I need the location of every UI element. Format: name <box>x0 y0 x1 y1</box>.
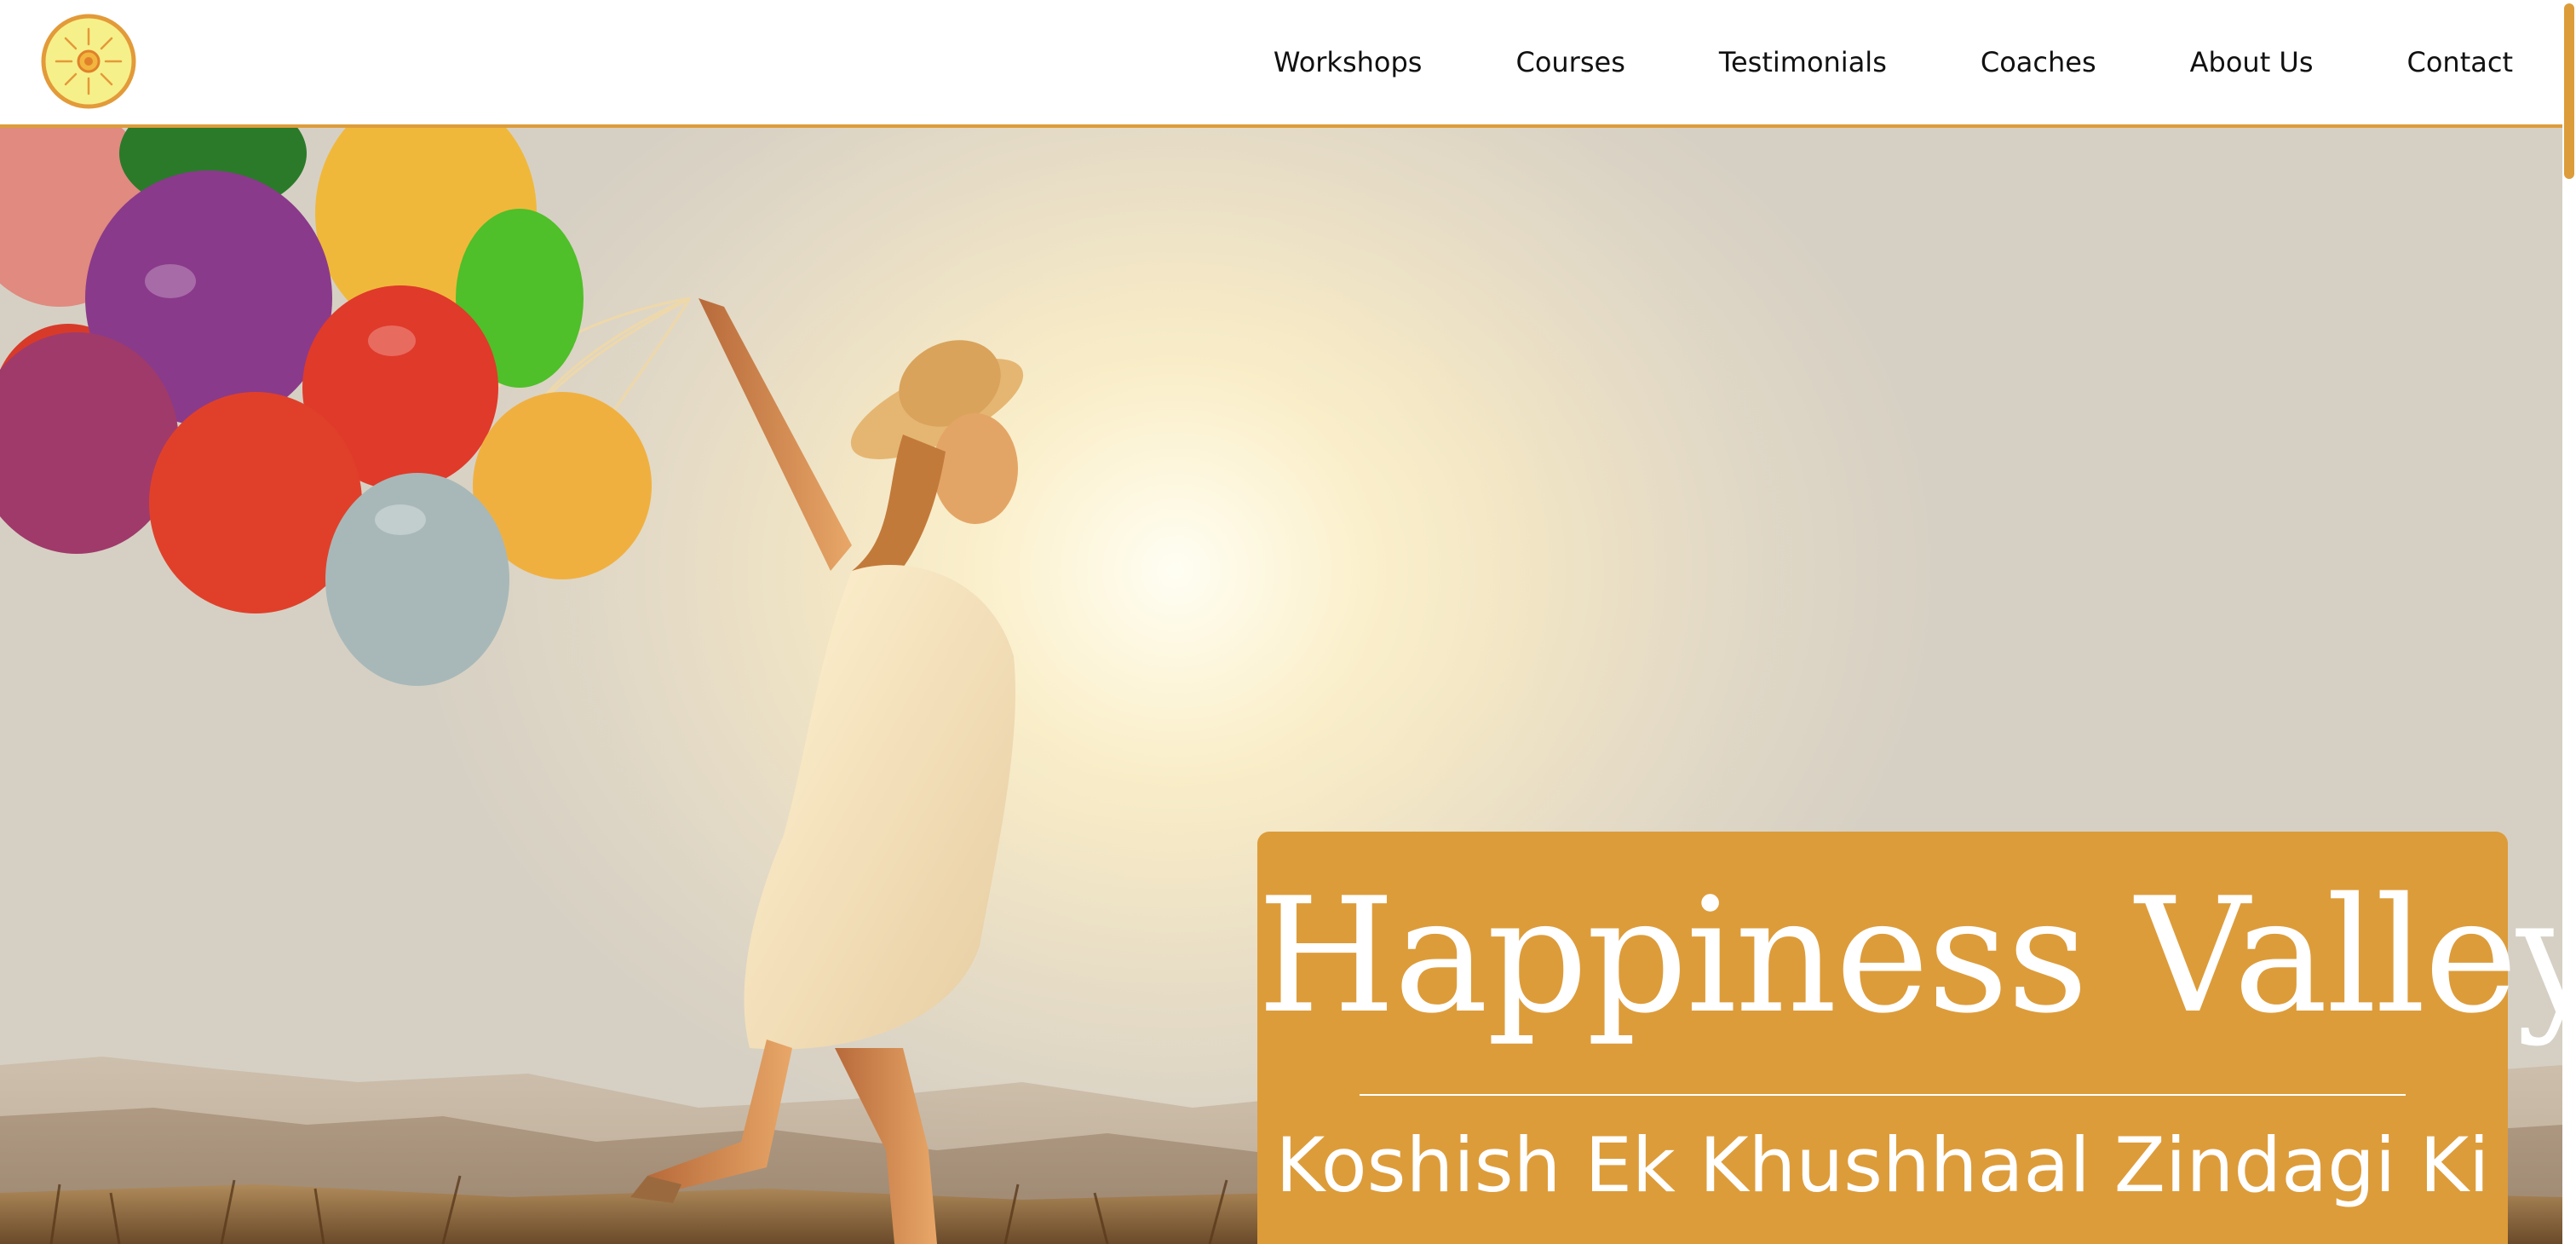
hero-section: Happiness Valley Koshish Ek Khushhaal Zi… <box>0 128 2562 1244</box>
scrollbar-thumb[interactable] <box>2564 3 2574 179</box>
nav-workshops[interactable]: Workshops <box>1274 46 1423 78</box>
main-nav: Workshops Courses Testimonials Coaches A… <box>1274 0 2513 124</box>
nav-courses[interactable]: Courses <box>1515 46 1624 78</box>
page-scrollbar[interactable] <box>2562 0 2576 1244</box>
hero-title-card: Happiness Valley Koshish Ek Khushhaal Zi… <box>1257 832 2562 1244</box>
site-header: Workshops Courses Testimonials Coaches A… <box>0 0 2562 128</box>
hero-subtitle: Koshish Ek Khushhaal Zindagi Ki <box>1275 1121 2490 1209</box>
nav-about-us[interactable]: About Us <box>2190 46 2314 78</box>
nav-testimonials[interactable]: Testimonials <box>1719 46 1887 78</box>
title-divider <box>1360 1094 2406 1096</box>
hero-title: Happiness Valley <box>1257 863 2562 1048</box>
page: Workshops Courses Testimonials Coaches A… <box>0 0 2576 1244</box>
sun-logo-icon[interactable] <box>41 14 136 109</box>
nav-coaches[interactable]: Coaches <box>1981 46 2096 78</box>
nav-contact[interactable]: Contact <box>2407 46 2514 78</box>
